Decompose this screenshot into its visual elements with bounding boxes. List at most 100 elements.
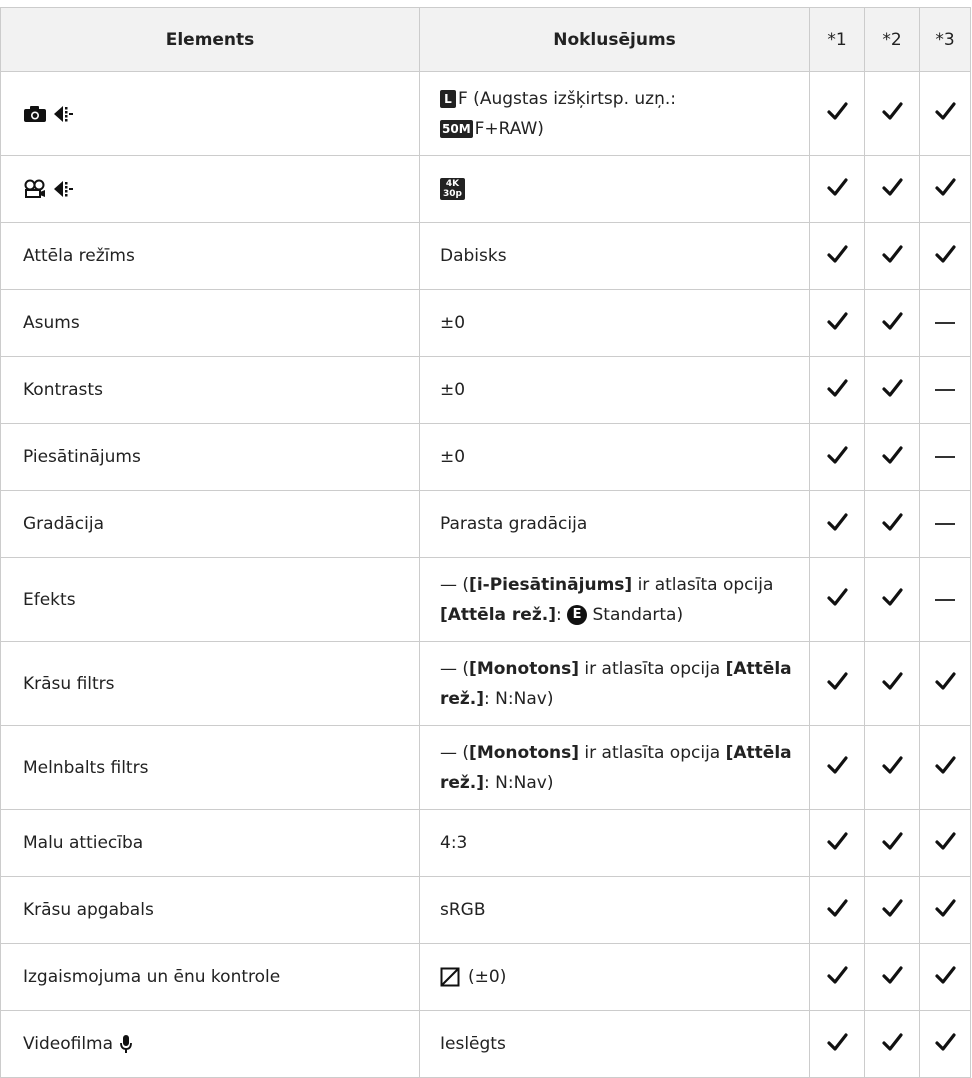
default-value: 4:3 [440, 833, 468, 853]
element-label: Efekts [23, 589, 76, 610]
4k-30p-icon: 4K 30p [440, 178, 465, 200]
e-mode-icon: E [567, 604, 588, 625]
element-cell: Kontrasts [0, 356, 420, 424]
check-icon [809, 1010, 865, 1078]
default-cell: (±0) [419, 943, 810, 1011]
check-icon [864, 423, 920, 491]
default-text: F+RAW) [474, 118, 544, 139]
table-row: Efekts — ([i-Piesātinājums] ir atlasīta o… [0, 557, 971, 642]
default-text: — ([Monotons] ir atlasīta opcija [Attēla… [440, 742, 792, 793]
header-col1: *1 [809, 7, 865, 72]
table-row: LF (Augstas izšķirtsp. uzņ.: 50M F+RAW) [0, 71, 971, 156]
check-icon [809, 557, 865, 642]
element-label: Gradācija [23, 514, 104, 534]
check-icon [864, 490, 920, 558]
check-icon [919, 809, 971, 877]
shadow-highlight-icon [440, 967, 460, 987]
default-cell: Dabisks [419, 222, 810, 290]
table-row: 4K 30p [0, 155, 971, 223]
check-icon [809, 490, 865, 558]
header-default: Noklusējums [419, 7, 810, 72]
highres-50m-icon: 50M [440, 119, 473, 138]
default-value: Parasta gradācija [440, 514, 588, 534]
element-label: Kontrasts [23, 380, 103, 400]
default-cell: 4K 30p [419, 155, 810, 223]
check-icon [919, 222, 971, 290]
table-row: Attēla režīms Dabisks [0, 222, 971, 290]
default-cell: 4:3 [419, 809, 810, 877]
default-text: F (Augstas izšķirtsp. uzņ.: [458, 88, 676, 109]
element-label: Malu attiecība [23, 833, 144, 853]
dash-mark [919, 490, 971, 558]
table-row: Kontrasts ±0 [0, 356, 971, 424]
element-label: Krāsu filtrs [23, 673, 115, 694]
default-value: (±0) [468, 967, 507, 987]
element-cell: Efekts [0, 557, 420, 642]
table-row: Krāsu filtrs — ([Monotons] ir atlasīta op… [0, 641, 971, 726]
element-cell: Asums [0, 289, 420, 357]
mic-icon [119, 1034, 133, 1054]
check-icon [919, 641, 971, 726]
check-icon [864, 155, 920, 223]
element-cell: Krāsu filtrs [0, 641, 420, 726]
check-icon [864, 876, 920, 944]
element-cell: Piesātinājums [0, 423, 420, 491]
check-icon [809, 876, 865, 944]
table-row: Videofilma Ieslēgts [0, 1010, 971, 1078]
check-icon [864, 222, 920, 290]
check-icon [864, 71, 920, 156]
table-row: Gradācija Parasta gradācija [0, 490, 971, 558]
table-row: Melnbalts filtrs — ([Monotons] ir atlasīt… [0, 725, 971, 810]
check-icon [864, 725, 920, 810]
table-row: Piesātinājums ±0 [0, 423, 971, 491]
default-cell: ±0 [419, 289, 810, 357]
element-cell: Attēla režīms [0, 222, 420, 290]
element-label: Izgaismojuma un ēnu kontrole [23, 967, 281, 987]
element-label: Krāsu apgabals [23, 900, 154, 920]
camera-icon [23, 104, 47, 124]
settings-table: Elements Noklusējums *1 *2 *3 LF (Augsta… [0, 7, 971, 1078]
element-label: Attēla režīms [23, 246, 135, 266]
check-icon [809, 155, 865, 223]
check-icon [809, 809, 865, 877]
check-icon [919, 943, 971, 1011]
header-col3: *3 [919, 7, 971, 72]
size-l-icon: L [440, 89, 456, 108]
check-icon [809, 943, 865, 1011]
default-value: Dabisks [440, 246, 507, 266]
check-icon [809, 356, 865, 424]
header-elements: Elements [0, 7, 420, 72]
element-cell [0, 71, 420, 156]
quality-icon [53, 179, 75, 199]
check-icon [809, 423, 865, 491]
element-label: Melnbalts filtrs [23, 757, 149, 778]
check-icon [864, 356, 920, 424]
check-icon [919, 725, 971, 810]
default-cell: — ([i-Piesātinājums] ir atlasīta opcija … [419, 557, 810, 642]
default-cell: Ieslēgts [419, 1010, 810, 1078]
check-icon [919, 155, 971, 223]
table-row: Krāsu apgabals sRGB [0, 876, 971, 944]
default-cell: sRGB [419, 876, 810, 944]
table-row: Malu attiecība 4:3 [0, 809, 971, 877]
default-value: Ieslēgts [440, 1034, 506, 1054]
check-icon [919, 71, 971, 156]
table-row: Izgaismojuma un ēnu kontrole (±0) [0, 943, 971, 1011]
default-text: Standarta) [587, 604, 684, 625]
dash-mark [919, 289, 971, 357]
default-value: sRGB [440, 900, 486, 920]
movie-icon [23, 179, 47, 199]
check-icon [864, 557, 920, 642]
check-icon [864, 289, 920, 357]
header-col2: *2 [864, 7, 920, 72]
element-cell: Malu attiecība [0, 809, 420, 877]
check-icon [864, 641, 920, 726]
default-cell: ±0 [419, 423, 810, 491]
default-cell: — ([Monotons] ir atlasīta opcija [Attēla… [419, 725, 810, 810]
element-label: Videofilma [23, 1034, 114, 1054]
default-value: ±0 [440, 313, 466, 333]
check-icon [809, 725, 865, 810]
element-cell [0, 155, 420, 223]
default-text: — ([Monotons] ir atlasīta opcija [Attēla… [440, 658, 792, 709]
element-cell: Melnbalts filtrs [0, 725, 420, 810]
